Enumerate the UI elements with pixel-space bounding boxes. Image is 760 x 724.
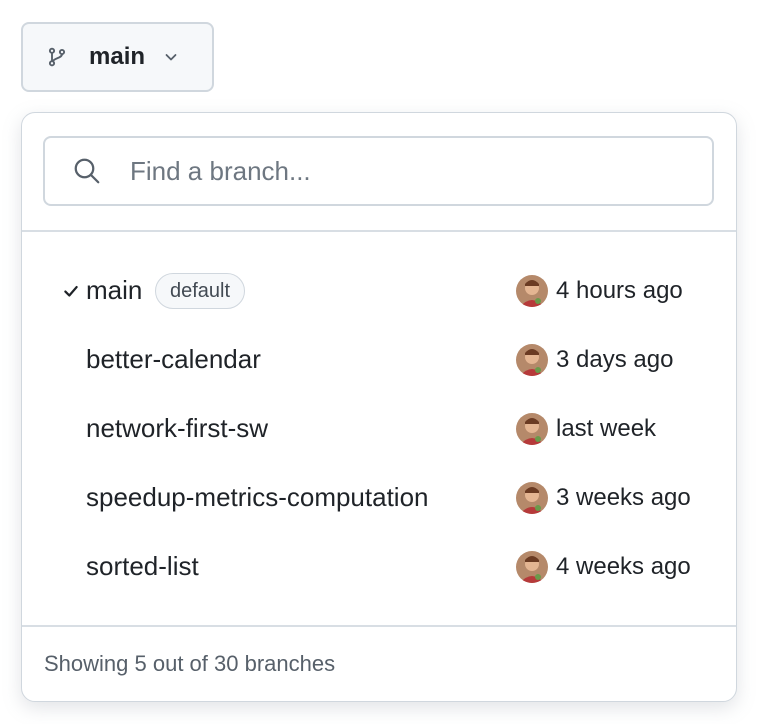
avatar: [516, 481, 548, 514]
search-icon: [72, 156, 102, 186]
divider: [22, 230, 736, 232]
branch-search-input[interactable]: [130, 155, 690, 187]
branch-name: sorted-list: [86, 551, 199, 581]
branch-updated-time: 4 hours ago: [556, 276, 683, 304]
branch-item-sorted-list[interactable]: sorted-list 4 weeks ago: [22, 532, 736, 601]
git-branch-icon: [47, 47, 67, 67]
avatar: [516, 412, 548, 445]
branch-name: network-first-sw: [86, 413, 269, 443]
branch-item-network-first-sw[interactable]: network-first-sw last week: [22, 394, 736, 463]
branch-item-main[interactable]: main default 4 hours ago: [22, 256, 736, 325]
branch-name: main: [86, 275, 143, 305]
branch-updated-time: 4 weeks ago: [556, 552, 691, 580]
avatar: [516, 343, 548, 376]
branch-name: speedup-metrics-computation: [86, 482, 429, 512]
branch-count-footer: Showing 5 out of 30 branches: [44, 651, 336, 676]
branch-meta: 3 days ago: [516, 343, 674, 376]
branch-item-better-calendar[interactable]: better-calendar 3 days ago: [22, 325, 736, 394]
branch-meta: 4 weeks ago: [516, 550, 691, 583]
branch-updated-time: 3 weeks ago: [556, 483, 691, 511]
branch-meta: last week: [516, 412, 657, 445]
branch-updated-time: 3 days ago: [556, 345, 674, 373]
branch-selector-button[interactable]: main: [21, 22, 214, 92]
branch-meta: 4 hours ago: [516, 274, 683, 307]
default-badge: default: [155, 272, 246, 309]
current-branch-label: main: [89, 43, 146, 70]
chevron-down-icon: [163, 49, 179, 65]
branch-search-box[interactable]: [43, 136, 714, 206]
avatar: [516, 274, 548, 307]
branch-item-speedup-metrics-computation[interactable]: speedup-metrics-computation 3 weeks ago: [22, 463, 736, 532]
branch-updated-time: last week: [556, 414, 657, 442]
avatar: [516, 550, 548, 583]
check-icon: [62, 282, 80, 300]
divider: [22, 625, 736, 627]
branch-dropdown-popover: main default 4 hours ago better-calendar: [21, 112, 737, 702]
branch-list: main default 4 hours ago better-calendar: [22, 256, 736, 601]
branch-meta: 3 weeks ago: [516, 481, 691, 514]
branch-name: better-calendar: [86, 344, 261, 374]
